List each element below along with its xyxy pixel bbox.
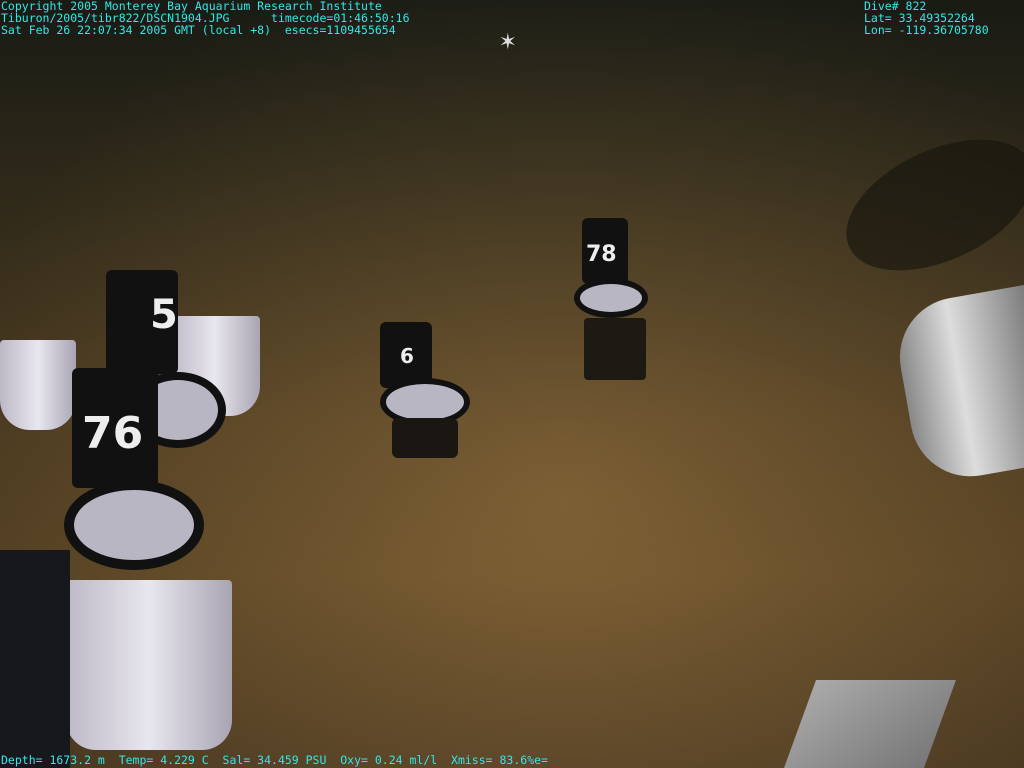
bucket	[0, 340, 76, 430]
core-cap-76: 76	[72, 368, 158, 488]
starfish: ✶	[500, 26, 516, 56]
bucket	[66, 580, 232, 750]
core-number: 5	[150, 292, 178, 338]
overlay-date-esecs: Sat Feb 26 22:07:34 2005 GMT (local +8) …	[1, 23, 396, 37]
overlay-lon: Lon= -119.36705780	[864, 23, 989, 37]
core-number: 76	[82, 408, 144, 459]
core-ring	[64, 480, 204, 570]
push-core-6: 6	[378, 322, 470, 462]
push-core-78: 78	[574, 218, 654, 383]
core-ring	[574, 278, 648, 318]
core-number: 78	[586, 242, 617, 267]
core-cap: 78	[582, 218, 628, 284]
core-tube	[584, 318, 646, 380]
core-number: 6	[400, 344, 414, 368]
overlay-sensor-data: Depth= 1673.2 m Temp= 4.229 C Sal= 34.45…	[1, 753, 548, 767]
core-tube	[392, 418, 458, 458]
core-cap-5: 5	[106, 270, 178, 374]
rack-frame	[0, 550, 70, 768]
